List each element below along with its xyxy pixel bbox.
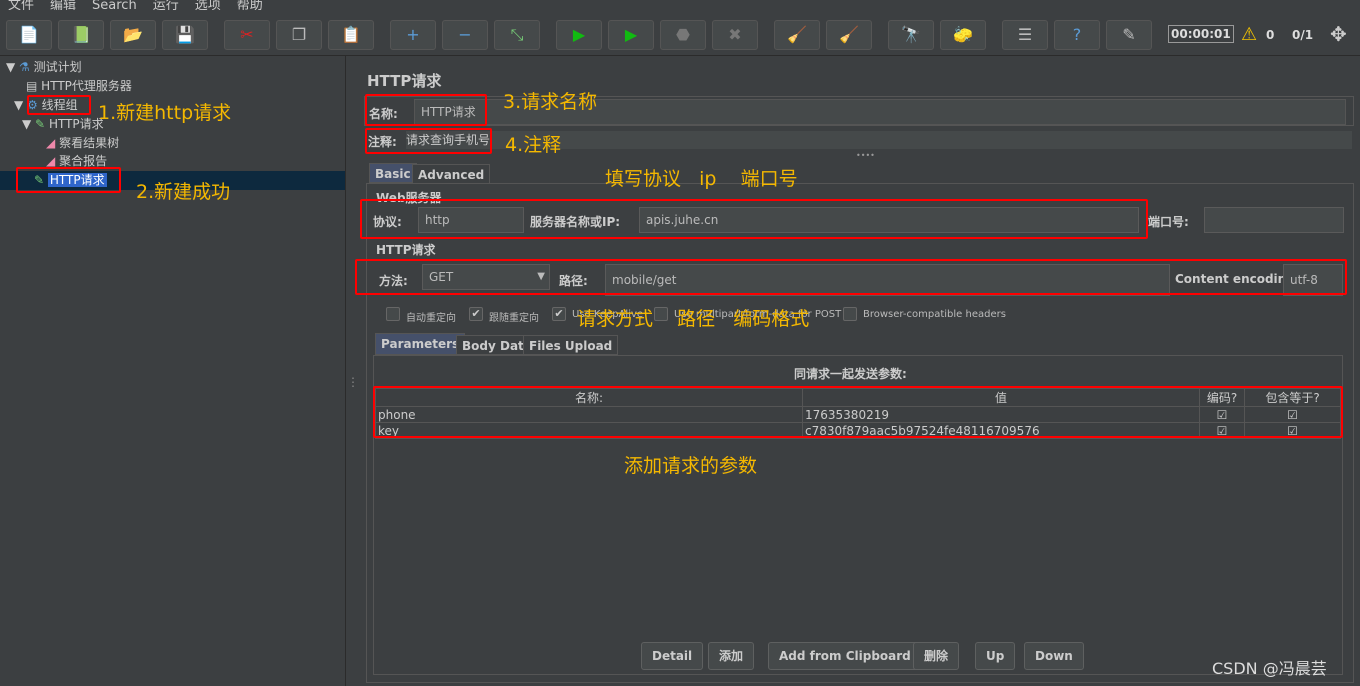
- menu-help[interactable]: 帮助: [237, 0, 263, 10]
- clear-icon[interactable]: 🧹: [774, 20, 820, 50]
- menu-options[interactable]: 选项: [195, 0, 221, 10]
- tab-basic[interactable]: Basic: [369, 163, 417, 183]
- checkbox-label: Browser-compatible headers: [863, 309, 1006, 320]
- down-button[interactable]: Down: [1024, 642, 1084, 670]
- save-icon[interactable]: 💾: [162, 20, 208, 50]
- params-caption: 同请求一起发送参数:: [794, 367, 907, 381]
- tree-item-test-plan[interactable]: ▼ ⚗ 测试计划: [6, 58, 82, 77]
- elapsed-timer: 00:00:01: [1168, 25, 1234, 43]
- help-icon[interactable]: ?: [1054, 20, 1100, 50]
- shutdown-icon[interactable]: ✖: [712, 20, 758, 50]
- add-from-clipboard-button[interactable]: Add from Clipboard: [768, 642, 922, 670]
- cut-icon[interactable]: ✂: [224, 20, 270, 50]
- highlight-box: [365, 128, 492, 154]
- warning-icon[interactable]: ⚠: [1241, 24, 1257, 45]
- search-icon[interactable]: 🔭: [888, 20, 934, 50]
- menu-search[interactable]: Search: [92, 0, 137, 10]
- function-helper-icon[interactable]: ☰: [1002, 20, 1048, 50]
- checkbox-label: 自动重定向: [406, 313, 456, 324]
- stop-icon[interactable]: ⬣: [660, 20, 706, 50]
- add-button[interactable]: 添加: [708, 642, 755, 670]
- flask-icon: ⚗: [19, 60, 30, 74]
- annotation: 2.新建成功: [136, 181, 231, 203]
- annotation: 3.请求名称: [503, 91, 598, 113]
- tab-advanced[interactable]: Advanced: [412, 164, 491, 184]
- pipette-icon: ✎: [35, 117, 46, 131]
- http-request-legend: HTTP请求: [376, 243, 436, 257]
- open-icon[interactable]: 📂: [110, 20, 156, 50]
- menu-edit[interactable]: 编辑: [50, 0, 76, 10]
- clear-all-icon[interactable]: 🧹: [826, 20, 872, 50]
- annotation: 添加请求的参数: [624, 455, 758, 477]
- watermark: CSDN @冯晨芸: [1212, 659, 1327, 678]
- detail-button[interactable]: Detail: [641, 642, 704, 670]
- expand-icon[interactable]: +: [390, 20, 436, 50]
- auto-redirect-checkbox[interactable]: [386, 307, 400, 321]
- reset-search-icon[interactable]: 🧽: [940, 20, 986, 50]
- paste-icon[interactable]: 📋: [328, 20, 374, 50]
- highlight-box: [355, 259, 1347, 295]
- checkbox-label: 跟随重定向: [489, 313, 539, 324]
- toggle-icon[interactable]: ⤡: [494, 20, 540, 50]
- highlight-box: [360, 199, 1148, 239]
- remote-icon[interactable]: ✎: [1106, 20, 1152, 50]
- menu-file[interactable]: 文件: [8, 0, 34, 10]
- annotation: 请求方式 路径 编码格式: [577, 308, 810, 330]
- highlight-box: [373, 386, 1343, 438]
- listener-icon: ◢: [46, 154, 56, 168]
- annotation: 1.新建http请求: [98, 102, 232, 124]
- collapse-icon[interactable]: −: [442, 20, 488, 50]
- templates-icon[interactable]: 📗: [58, 20, 104, 50]
- highlight-box: [27, 95, 91, 115]
- browser-headers-checkbox[interactable]: [843, 307, 857, 321]
- keepalive-checkbox[interactable]: ✔: [552, 307, 566, 321]
- copy-icon[interactable]: ❐: [276, 20, 322, 50]
- thread-count: 0/1: [1292, 28, 1314, 42]
- menu-bar: 文件 编辑 Search 运行 选项 帮助: [0, 0, 1360, 10]
- tab-parameters[interactable]: Parameters: [375, 333, 466, 355]
- port-label: 端口号:: [1148, 215, 1189, 229]
- menu-run[interactable]: 运行: [153, 0, 179, 10]
- highlight-box: [16, 167, 121, 193]
- up-button[interactable]: Up: [975, 642, 1016, 670]
- tree-item-proxy[interactable]: ▤ HTTP代理服务器: [26, 77, 132, 96]
- delete-button[interactable]: 删除: [913, 642, 960, 670]
- start-icon[interactable]: ▶: [556, 20, 602, 50]
- port-input[interactable]: [1204, 207, 1344, 233]
- start-no-pause-icon[interactable]: ▶: [608, 20, 654, 50]
- tab-files-upload[interactable]: Files Upload: [523, 335, 619, 355]
- annotation: 填写协议 ip 端口号: [605, 168, 798, 190]
- listener-icon: ◢: [46, 136, 56, 150]
- test-plan-tree: ▼ ⚗ 测试计划 ▤ HTTP代理服务器 ▼ ⚙ 线程组 ▼ ✎ HTTP请求 …: [0, 56, 346, 686]
- proxy-icon: ▤: [26, 79, 38, 93]
- log-toggle-icon[interactable]: ✥: [1330, 22, 1347, 46]
- warning-count: 0: [1266, 28, 1275, 42]
- annotation: 4.注释: [505, 134, 562, 156]
- divider-handle[interactable]: ••••: [856, 151, 875, 160]
- follow-redirect-checkbox[interactable]: ✔: [469, 307, 483, 321]
- panel-title: HTTP请求: [367, 72, 442, 90]
- toolbar: 📄 📗 📂 💾 ✂ ❐ 📋 + − ⤡ ▶ ▶ ⬣ ✖ 🧹 🧹 🔭 🧽 ☰ ? …: [0, 12, 1360, 56]
- highlight-box: [365, 94, 487, 126]
- tree-item-http-request[interactable]: ▼ ✎ HTTP请求: [22, 115, 104, 134]
- tree-item-results-tree[interactable]: ◢ 察看结果树: [46, 134, 119, 153]
- new-icon[interactable]: 📄: [6, 20, 52, 50]
